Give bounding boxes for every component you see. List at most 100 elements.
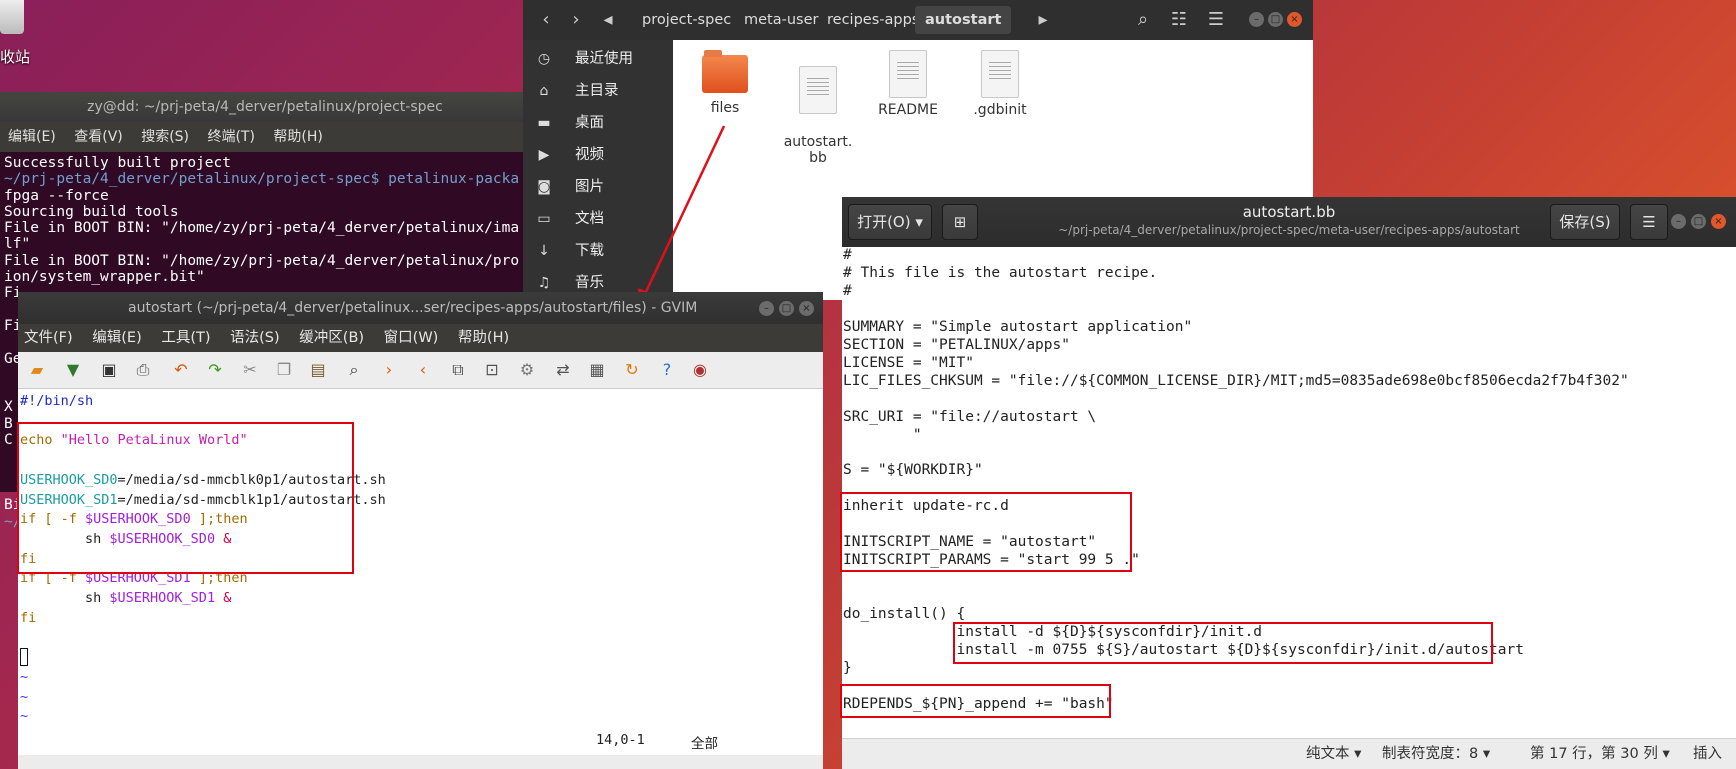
find-prev-icon[interactable]: ‹ <box>414 361 432 379</box>
trash-desktop-icon[interactable]: 收站 <box>0 0 40 70</box>
file-item-autostart-bb[interactable]: autostart. bb <box>770 50 866 182</box>
terminal-menu-terminal[interactable]: 终端(T) <box>207 129 254 145</box>
text-file-icon <box>981 50 1019 98</box>
maximize-icon: □ <box>1693 216 1704 227</box>
gvim-menu-window[interactable]: 窗口(W) <box>384 330 439 346</box>
triangle-right-icon: ▸ <box>1038 9 1048 30</box>
minimize-button[interactable]: – <box>1249 12 1264 27</box>
undo-icon[interactable]: ↶ <box>172 361 190 379</box>
vim-cursor-position: 14,0-1 <box>596 732 645 748</box>
terminal-title: zy@dd: ~/prj-peta/4_derver/petalinux/pro… <box>0 92 530 122</box>
terminal-menu-view[interactable]: 查看(V) <box>74 129 123 145</box>
gvim-menu-buffers[interactable]: 缓冲区(B) <box>299 330 364 346</box>
file-item-files[interactable]: files <box>677 50 773 116</box>
home-icon: ⌂ <box>539 83 549 99</box>
menu-button[interactable]: ☰ <box>1203 6 1229 34</box>
highlight-box-userhook <box>17 422 354 574</box>
highlight-box-rdepends <box>840 684 1111 718</box>
vim-scroll-indicator: 全部 <box>691 736 718 752</box>
close-icon: × <box>1714 216 1723 227</box>
gvim-menu-file[interactable]: 文件(F) <box>24 330 73 346</box>
list-view-icon: ☷ <box>1170 9 1188 30</box>
open-file-icon[interactable]: ▰ <box>28 361 46 379</box>
breadcrumb-meta-user[interactable]: meta-user <box>736 6 826 34</box>
tab-width-selector[interactable]: 制表符宽度：8 ▾ <box>1382 739 1490 769</box>
insert-mode: 插入 <box>1693 746 1722 762</box>
gvim-titlebar: autostart (~/prj-peta/4_derver/petalinux… <box>18 292 823 324</box>
shell-icon[interactable]: ▦ <box>588 361 606 379</box>
editor-minimize-button[interactable]: – <box>1671 214 1686 229</box>
editor-maximize-button[interactable]: □ <box>1691 214 1706 229</box>
triangle-left-icon: ◂ <box>603 9 613 30</box>
close-icon: × <box>1290 14 1299 25</box>
breadcrumb-project-spec[interactable]: project-spec <box>634 6 739 34</box>
camera-icon: ◙ <box>537 179 551 195</box>
text-file-icon <box>889 50 927 98</box>
clock-icon: ◷ <box>537 51 551 67</box>
terminal-menu-search[interactable]: 搜索(S) <box>141 129 189 145</box>
folder-icon <box>702 50 748 93</box>
gvim-menu-edit[interactable]: 编辑(E) <box>92 330 141 346</box>
breadcrumb-recipes-apps[interactable]: recipes-apps <box>819 6 927 34</box>
search-button[interactable]: ⌕ <box>1130 6 1156 34</box>
breadcrumb-scroll-left[interactable]: ◂ <box>595 6 621 34</box>
find-replace-icon[interactable]: ⌕ <box>345 361 363 379</box>
file-item-gdbinit[interactable]: .gdbinit <box>952 50 1048 118</box>
sidebar-item-recent[interactable]: ◷ 最近使用 <box>523 43 673 75</box>
gvim-bottom-bar <box>18 755 823 769</box>
terminal-menu-edit[interactable]: 编辑(E) <box>8 129 56 145</box>
text-editor-window[interactable]: 打开(O) ▾ ⊞ autostart.bb ~/prj-peta/4_derv… <box>840 197 1736 769</box>
find-help-icon[interactable]: ◉ <box>691 361 709 379</box>
gvim-close-button[interactable]: × <box>799 301 814 316</box>
print-icon[interactable]: ⎙ <box>134 361 152 379</box>
back-button[interactable]: ‹ <box>533 6 559 34</box>
close-button[interactable]: × <box>1287 12 1302 27</box>
gvim-window[interactable]: autostart (~/prj-peta/4_derver/petalinux… <box>17 292 823 769</box>
make-icon[interactable]: ⇄ <box>554 361 572 379</box>
editor-menu-button[interactable]: ☰ <box>1630 204 1668 240</box>
copy-icon[interactable]: ❐ <box>275 361 293 379</box>
terminal-menubar: 编辑(E) 查看(V) 搜索(S) 终端(T) 帮助(H) <box>0 122 530 152</box>
syntax-selector[interactable]: 纯文本 ▾ <box>1306 739 1361 769</box>
load-session-icon[interactable]: ⧉ <box>449 361 467 379</box>
gvim-minimize-button[interactable]: – <box>759 301 774 316</box>
cursor-position[interactable]: 第 17 行，第 30 列 ▾ <box>1530 739 1670 769</box>
chevron-left-icon: ‹ <box>542 9 550 30</box>
find-next-icon[interactable]: › <box>380 361 398 379</box>
editor-headerbar: 打开(O) ▾ ⊞ autostart.bb ~/prj-peta/4_derv… <box>842 197 1736 247</box>
view-toggle-button[interactable]: ☷ <box>1166 6 1192 34</box>
highlight-box-initscript <box>840 492 1132 572</box>
maximize-button[interactable]: □ <box>1268 12 1283 27</box>
gvim-menu-tools[interactable]: 工具(T) <box>161 330 210 346</box>
file-manager-headerbar: ‹ › ◂ project-spec meta-user recipes-app… <box>523 0 1313 40</box>
forward-button[interactable]: › <box>563 6 589 34</box>
help-icon[interactable]: ? <box>658 361 676 379</box>
redo-icon[interactable]: ↷ <box>206 361 224 379</box>
video-icon: ▶ <box>538 147 550 163</box>
editor-close-button[interactable]: × <box>1711 214 1726 229</box>
tag-jump-icon[interactable]: ↻ <box>623 361 641 379</box>
save-all-icon[interactable]: ▣ <box>100 361 118 379</box>
gvim-menu-syntax[interactable]: 语法(S) <box>230 330 280 346</box>
cut-icon[interactable]: ✂ <box>241 361 259 379</box>
save-session-icon[interactable]: ⊡ <box>483 361 501 379</box>
file-item-readme[interactable]: README <box>860 50 956 118</box>
hamburger-icon: ☰ <box>1642 213 1656 231</box>
save-file-icon[interactable]: ▼ <box>64 361 82 379</box>
run-script-icon[interactable]: ⚙ <box>518 361 536 379</box>
gvim-maximize-button[interactable]: □ <box>779 301 794 316</box>
download-icon: ↓ <box>538 243 550 259</box>
highlight-box-install <box>953 622 1493 664</box>
breadcrumb-autostart[interactable]: autostart <box>915 6 1012 34</box>
hamburger-icon: ☰ <box>1207 9 1225 30</box>
gvim-menu-help[interactable]: 帮助(H) <box>458 330 509 346</box>
terminal-menu-help[interactable]: 帮助(H) <box>273 129 322 145</box>
minimize-icon: – <box>1254 14 1259 25</box>
close-icon: × <box>802 303 811 314</box>
paste-icon[interactable]: ▤ <box>309 361 327 379</box>
breadcrumb-scroll-right[interactable]: ▸ <box>1030 6 1056 34</box>
trash-label: 收站 <box>0 48 31 66</box>
folder-icon: ▬ <box>537 115 551 131</box>
save-button[interactable]: 保存(S) <box>1550 204 1620 240</box>
sidebar-item-home[interactable]: ⌂ 主目录 <box>523 75 673 107</box>
